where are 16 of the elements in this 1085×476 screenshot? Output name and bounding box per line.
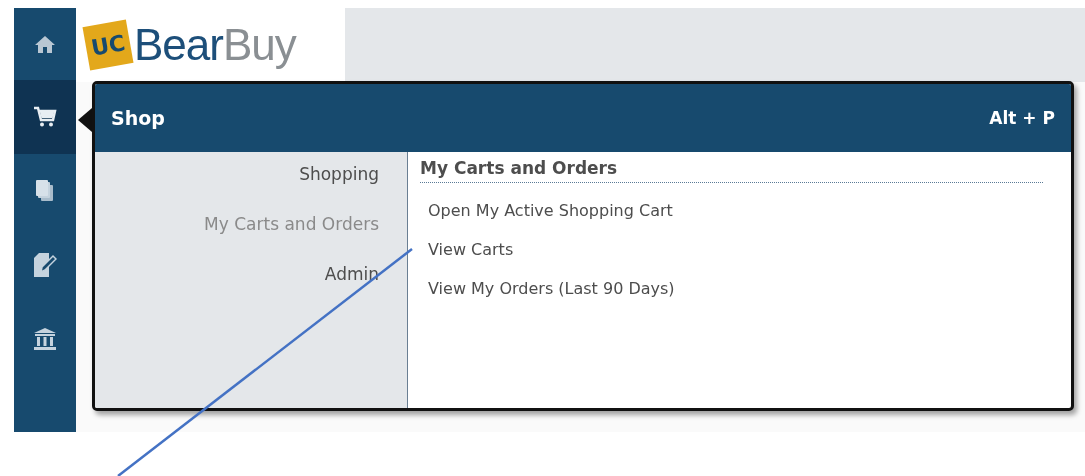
category-link[interactable]: Shopping	[299, 164, 379, 184]
shortcut-label: Alt + P	[989, 108, 1055, 128]
cart-icon	[33, 106, 57, 128]
menu-link[interactable]: View Carts	[420, 230, 1043, 269]
logo-text: BearBuy	[134, 20, 296, 70]
menu-link[interactable]: View My Orders (Last 90 Days)	[420, 269, 1043, 308]
menu-title: Shop	[111, 107, 165, 129]
documents-icon	[35, 179, 55, 203]
category-link[interactable]: Admin	[324, 264, 379, 284]
section-heading: My Carts and Orders	[420, 154, 1043, 183]
edit-icon	[33, 252, 57, 278]
sidebar-item[interactable]	[14, 80, 76, 154]
home-icon	[34, 34, 56, 54]
bank-icon	[33, 327, 57, 351]
menu-link[interactable]: Open My Active Shopping Cart	[420, 191, 1043, 230]
bag-badge: UC	[82, 19, 134, 71]
